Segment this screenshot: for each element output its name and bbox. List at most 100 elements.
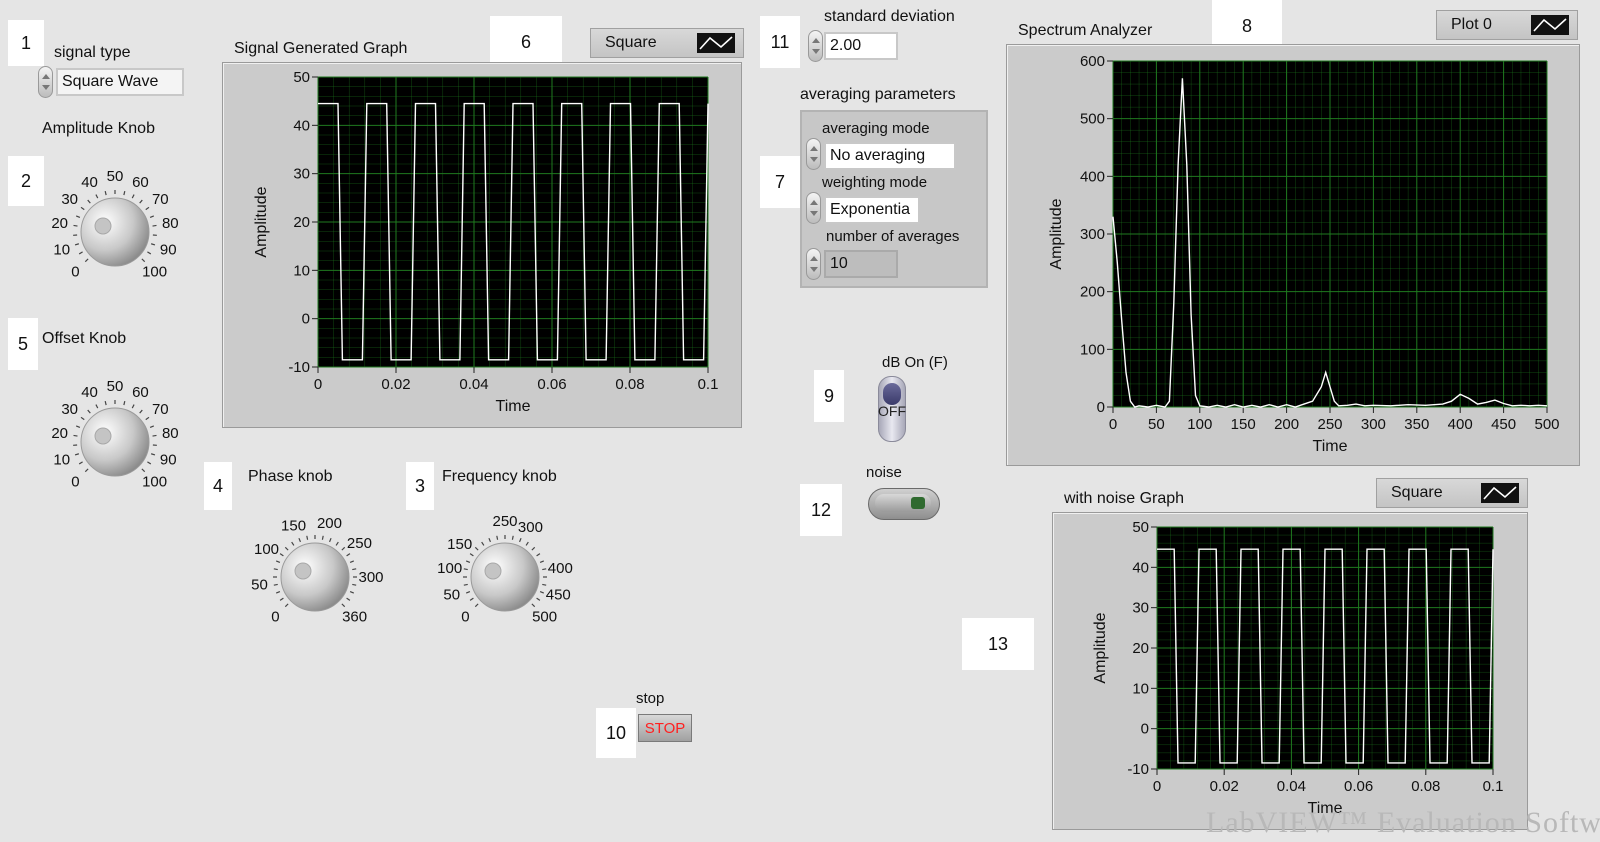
x-tick-label: 350	[1404, 416, 1429, 433]
x-tick-label: 0	[314, 376, 322, 393]
noise-legend-label: Square	[1391, 484, 1443, 501]
db-on-switch[interactable]: OFF	[878, 376, 906, 442]
knob-tick	[149, 425, 155, 429]
knob-tick	[284, 603, 289, 608]
frequency-knob[interactable]: 050 100 150 250 300 400 450 500	[430, 505, 610, 645]
y-tick-label: 500	[1080, 111, 1105, 128]
knob-tick	[531, 603, 536, 608]
weighting-mode-ring[interactable]: Exponentia	[824, 196, 920, 224]
knob-tick	[349, 560, 355, 564]
knob-tick	[279, 597, 284, 601]
knob-tick	[465, 560, 471, 564]
knob-tick	[341, 603, 346, 608]
knob-scale-label: 70	[152, 191, 169, 208]
signal-graph-legend[interactable]: Square	[590, 28, 744, 58]
x-tick-label: 50	[1148, 416, 1165, 433]
weighting-mode-spinner[interactable]	[806, 192, 821, 224]
knob-dial[interactable]	[80, 197, 150, 267]
averaging-mode-ring[interactable]: No averaging	[824, 142, 956, 170]
y-tick-label: 40	[1132, 559, 1149, 576]
knob-tick	[149, 215, 155, 219]
signal-type-ring[interactable]: Square Wave	[56, 68, 184, 96]
knob-tick	[273, 568, 278, 571]
knob-tick	[145, 206, 150, 211]
signal-graph: 50403020100-100 0.02 0.04 0.06 0.08 0.1TimeAm…	[253, 69, 718, 415]
y-tick-label: 50	[293, 69, 310, 86]
knob-tick	[123, 191, 126, 196]
standard-deviation-spinner[interactable]	[808, 30, 823, 62]
knob-tick	[474, 603, 479, 608]
phase-knob-label: Phase knob	[248, 468, 333, 485]
knob-tick	[84, 258, 89, 263]
knob-tick	[496, 535, 499, 540]
y-tick-label: -10	[288, 359, 310, 376]
spectrum-graph-legend[interactable]: Plot 0	[1436, 10, 1578, 40]
knob-tick	[75, 425, 81, 429]
callout-4: 4	[204, 462, 232, 510]
y-tick-label: 300	[1080, 226, 1105, 243]
frequency-knob-label: Frequency knob	[442, 468, 557, 485]
offset-knob-label: Offset Knob	[42, 330, 127, 347]
y-axis-label: Amplitude	[1092, 612, 1109, 683]
knob-tick	[469, 553, 474, 557]
knob-tick	[104, 401, 107, 406]
x-tick-label: 0.04	[1277, 778, 1306, 795]
stop-button[interactable]: STOP	[638, 714, 692, 742]
knob-tick	[87, 409, 91, 414]
noise-graph: 50403020100-100 0.02 0.04 0.06 0.08 0.1TimeAm…	[1092, 519, 1503, 817]
y-tick-label: 0	[1097, 399, 1105, 416]
x-tick-label: 0.08	[1411, 778, 1440, 795]
number-of-averages-spinner[interactable]	[806, 248, 821, 280]
stop-label: stop	[636, 690, 665, 707]
knob-tick	[542, 583, 547, 586]
knob-tick	[131, 404, 135, 409]
plot-line-icon	[697, 33, 735, 53]
x-tick-label: 100	[1187, 416, 1212, 433]
offset-knob[interactable]: 010 20 3040 50 6070 80 90 100	[40, 370, 200, 510]
knob-tick	[291, 541, 295, 546]
knob-tick	[463, 583, 468, 586]
standard-deviation-field[interactable]: 2.00	[824, 32, 898, 60]
knob-tick	[78, 251, 83, 255]
knob-tick	[150, 453, 156, 456]
y-tick-label: -10	[1127, 761, 1149, 778]
x-tick-label: 0.04	[459, 376, 488, 393]
amplitude-knob[interactable]: 010 20 3040 50 6070 80 90 100	[40, 160, 200, 300]
noise-button[interactable]	[868, 488, 940, 520]
signal-type-spinner[interactable]	[38, 66, 53, 98]
knob-scale-label: 30	[61, 401, 78, 418]
x-tick-label: 500	[1534, 416, 1559, 433]
knob-dial[interactable]	[80, 407, 150, 477]
knob-tick	[335, 541, 339, 546]
knob-scale-label: 300	[358, 569, 383, 586]
knob-dial[interactable]	[280, 542, 350, 612]
knob-tick	[87, 199, 91, 204]
knob-tick	[463, 568, 468, 571]
knob-tick	[481, 541, 485, 546]
x-tick-label: 0.06	[1344, 778, 1373, 795]
x-tick-label: 200	[1274, 416, 1299, 433]
number-of-averages-field[interactable]: 10	[824, 250, 898, 278]
knob-pointer-dimple	[484, 562, 502, 580]
knob-tick	[147, 461, 152, 465]
averaging-mode-spinner[interactable]	[806, 138, 821, 170]
knob-tick	[80, 206, 85, 211]
knob-tick	[139, 409, 143, 414]
standard-deviation-label: standard deviation	[824, 8, 955, 25]
evaluation-watermark: LabVIEW™ Evaluation Software	[1206, 806, 1600, 839]
knob-dial[interactable]	[470, 542, 540, 612]
y-tick-label: 40	[293, 117, 310, 134]
phase-knob[interactable]: 050100150 200250300360	[240, 505, 410, 645]
knob-scale-label: 100	[142, 474, 167, 491]
knob-tick	[346, 553, 351, 557]
knob-tick	[131, 194, 135, 199]
knob-scale-label: 300	[518, 519, 543, 536]
knob-tick	[147, 251, 152, 255]
noise-graph-legend[interactable]: Square	[1376, 478, 1528, 508]
knob-scale-label: 20	[51, 425, 68, 442]
knob-scale-label: 450	[546, 586, 571, 603]
y-tick-label: 20	[1132, 640, 1149, 657]
signal-legend-label: Square	[605, 34, 657, 51]
knob-scale-label: 50	[443, 586, 460, 603]
knob-tick	[275, 590, 281, 594]
